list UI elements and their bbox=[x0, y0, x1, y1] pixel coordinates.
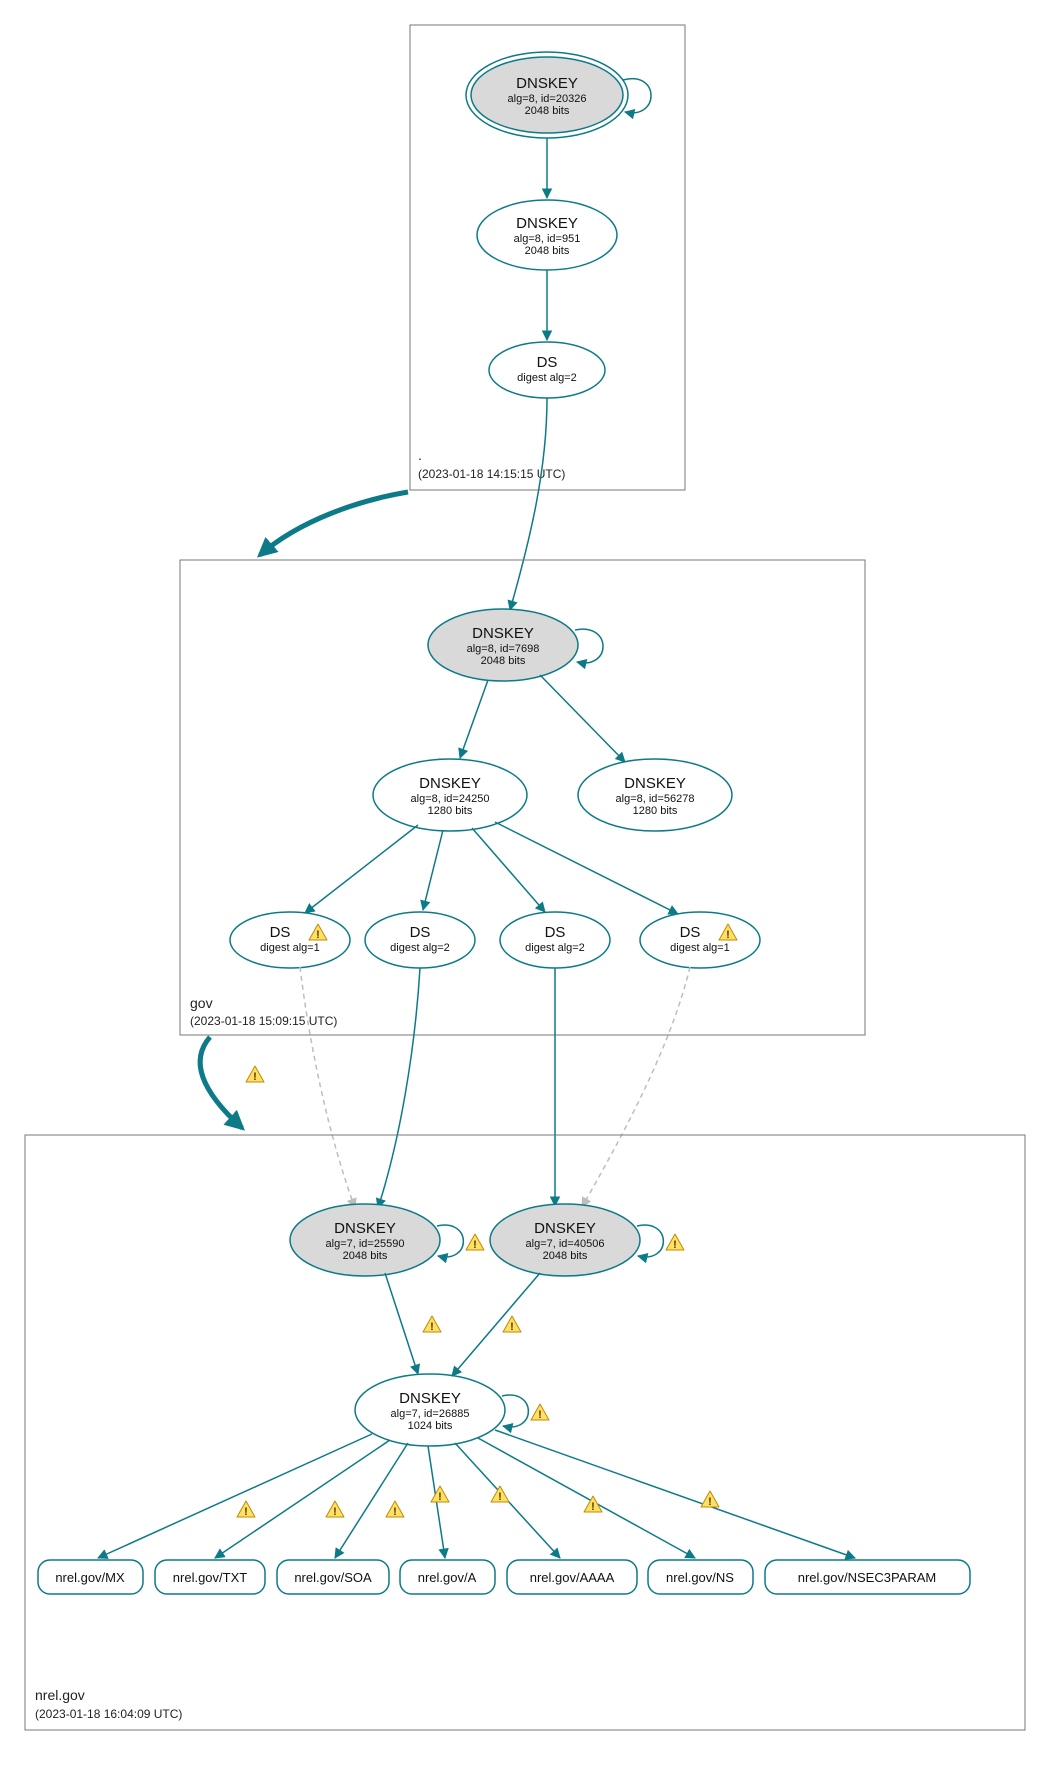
rr-txt: nrel.gov/TXT bbox=[155, 1560, 265, 1594]
svg-text:DNSKEY: DNSKEY bbox=[624, 775, 686, 792]
zone-root: . (2023-01-18 14:15:15 UTC) DNSKEY alg=8… bbox=[410, 25, 685, 490]
svg-text:alg=7, id=26885: alg=7, id=26885 bbox=[391, 1408, 470, 1420]
svg-text:alg=8, id=7698: alg=8, id=7698 bbox=[467, 643, 540, 655]
node-root-zsk: DNSKEY alg=8, id=951 2048 bits bbox=[477, 200, 617, 270]
node-gov-zsk: DNSKEY alg=8, id=24250 1280 bits bbox=[373, 759, 527, 831]
svg-text:1280 bits: 1280 bits bbox=[428, 805, 473, 817]
svg-text:digest alg=2: digest alg=2 bbox=[517, 372, 577, 384]
node-root-ksk: DNSKEY alg=8, id=20326 2048 bits bbox=[466, 52, 651, 138]
rr-ns: nrel.gov/NS bbox=[648, 1560, 753, 1594]
svg-text:digest alg=1: digest alg=1 bbox=[260, 942, 320, 954]
zone-nrel: nrel.gov (2023-01-18 16:04:09 UTC) DNSKE… bbox=[25, 1135, 1025, 1730]
zone-nrel-name: nrel.gov bbox=[35, 1687, 85, 1703]
svg-text:DNSKEY: DNSKEY bbox=[534, 1220, 596, 1237]
rr-nsec3param: nrel.gov/NSEC3PARAM bbox=[765, 1560, 970, 1594]
rr-soa: nrel.gov/SOA bbox=[277, 1560, 389, 1594]
svg-text:alg=8, id=951: alg=8, id=951 bbox=[514, 233, 581, 245]
node-nrel-zsk: DNSKEY alg=7, id=26885 1024 bits bbox=[355, 1374, 549, 1446]
rr-a: nrel.gov/A bbox=[400, 1560, 495, 1594]
svg-text:alg=8, id=24250: alg=8, id=24250 bbox=[411, 793, 490, 805]
svg-text:2048 bits: 2048 bits bbox=[481, 655, 526, 667]
node-nrel-ksk1: DNSKEY alg=7, id=25590 2048 bits bbox=[290, 1204, 484, 1276]
rr-mx: nrel.gov/MX bbox=[38, 1560, 143, 1594]
rr-aaaa: nrel.gov/AAAA bbox=[507, 1560, 637, 1594]
svg-text:alg=7, id=40506: alg=7, id=40506 bbox=[526, 1238, 605, 1250]
node-gov-ds3: DS digest alg=2 bbox=[500, 912, 610, 968]
svg-text:nrel.gov/SOA: nrel.gov/SOA bbox=[294, 1570, 372, 1585]
svg-text:nrel.gov/TXT: nrel.gov/TXT bbox=[173, 1570, 247, 1585]
svg-text:DNSKEY: DNSKEY bbox=[334, 1220, 396, 1237]
svg-text:DNSKEY: DNSKEY bbox=[516, 75, 578, 92]
node-gov-ds2: DS digest alg=2 bbox=[365, 912, 475, 968]
svg-text:nrel.gov/NS: nrel.gov/NS bbox=[666, 1570, 734, 1585]
edge-delegation-root-gov bbox=[260, 492, 408, 555]
svg-text:DS: DS bbox=[537, 354, 558, 371]
zone-gov-name: gov bbox=[190, 995, 213, 1011]
edge-delegation-gov-nrel bbox=[200, 1037, 242, 1128]
warn-delegation-icon bbox=[246, 1066, 264, 1083]
svg-text:1280 bits: 1280 bits bbox=[633, 805, 678, 817]
svg-text:nrel.gov/NSEC3PARAM: nrel.gov/NSEC3PARAM bbox=[798, 1570, 936, 1585]
svg-text:2048 bits: 2048 bits bbox=[525, 245, 570, 257]
svg-text:digest alg=1: digest alg=1 bbox=[670, 942, 730, 954]
svg-text:2048 bits: 2048 bits bbox=[343, 1250, 388, 1262]
svg-text:alg=8, id=56278: alg=8, id=56278 bbox=[616, 793, 695, 805]
node-nrel-ksk2: DNSKEY alg=7, id=40506 2048 bits bbox=[490, 1204, 684, 1276]
svg-text:DS: DS bbox=[410, 924, 431, 941]
svg-text:DNSKEY: DNSKEY bbox=[399, 1390, 461, 1407]
svg-text:DNSKEY: DNSKEY bbox=[472, 625, 534, 642]
svg-text:DS: DS bbox=[545, 924, 566, 941]
edge-root-ds-gov-ksk bbox=[510, 398, 547, 610]
node-gov-ksk: DNSKEY alg=8, id=7698 2048 bits bbox=[428, 609, 603, 681]
zone-gov-timestamp: (2023-01-18 15:09:15 UTC) bbox=[190, 1014, 337, 1028]
svg-text:alg=8, id=20326: alg=8, id=20326 bbox=[508, 93, 587, 105]
svg-text:DS: DS bbox=[680, 924, 701, 941]
svg-text:digest alg=2: digest alg=2 bbox=[390, 942, 450, 954]
svg-text:nrel.gov/MX: nrel.gov/MX bbox=[55, 1570, 125, 1585]
node-gov-ds1: DS digest alg=1 bbox=[230, 912, 350, 968]
zone-root-name: . bbox=[418, 447, 422, 463]
svg-text:alg=7, id=25590: alg=7, id=25590 bbox=[326, 1238, 405, 1250]
svg-text:DNSKEY: DNSKEY bbox=[419, 775, 481, 792]
node-gov-zsk2: DNSKEY alg=8, id=56278 1280 bits bbox=[578, 759, 732, 831]
svg-text:2048 bits: 2048 bits bbox=[525, 105, 570, 117]
zone-gov: gov (2023-01-18 15:09:15 UTC) DNSKEY alg… bbox=[180, 560, 865, 1035]
svg-text:DNSKEY: DNSKEY bbox=[516, 215, 578, 232]
svg-text:digest alg=2: digest alg=2 bbox=[525, 942, 585, 954]
zone-root-timestamp: (2023-01-18 14:15:15 UTC) bbox=[418, 467, 565, 481]
rrset-row: nrel.gov/MX nrel.gov/TXT nrel.gov/SOA nr… bbox=[38, 1560, 970, 1594]
svg-text:2048 bits: 2048 bits bbox=[543, 1250, 588, 1262]
svg-text:nrel.gov/AAAA: nrel.gov/AAAA bbox=[530, 1570, 615, 1585]
svg-text:nrel.gov/A: nrel.gov/A bbox=[418, 1570, 477, 1585]
zone-nrel-timestamp: (2023-01-18 16:04:09 UTC) bbox=[35, 1707, 182, 1721]
node-gov-ds4: DS digest alg=1 bbox=[640, 912, 760, 968]
node-root-ds: DS digest alg=2 bbox=[489, 342, 605, 398]
svg-text:DS: DS bbox=[270, 924, 291, 941]
svg-text:1024 bits: 1024 bits bbox=[408, 1420, 453, 1432]
dnssec-graph: ! . (2023-01-18 14:15:15 UTC) DNSKEY alg… bbox=[0, 0, 1063, 1772]
